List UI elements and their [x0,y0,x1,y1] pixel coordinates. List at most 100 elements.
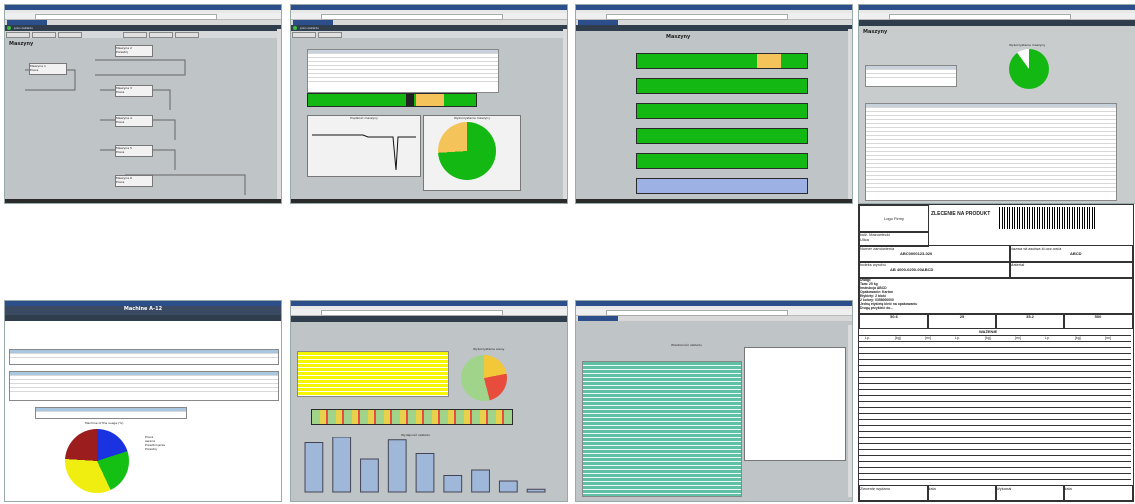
machine-state: Przestój [116,50,128,54]
toolbar-button[interactable] [149,32,173,38]
history-table [865,103,1117,201]
page-title: Maszyny [666,34,691,40]
bar [526,488,546,493]
screenshot-messages: Wiadomości zakładu [575,300,853,502]
legend-item: Przestój [145,447,157,451]
toolbar-button[interactable] [123,32,147,38]
address-bar[interactable] [859,13,1135,20]
timeline-bar [307,93,477,107]
name-value: ABCD [1070,251,1082,256]
footer-done: Wykonał [995,485,1065,501]
footer-issued: Zlecenie wydano [859,485,929,501]
page-title: Maszyny [863,29,888,35]
status-bar [576,199,852,203]
machine-state: Praca [116,90,125,94]
scrollbar[interactable] [848,29,852,199]
value-4: 500 [1063,313,1133,329]
toolbar-button[interactable] [6,32,30,38]
address-bar[interactable] [576,13,852,20]
speed-line [312,134,416,171]
screenshot-plant-layout: plan zakładu Maszyny Maszyna 1 Praca Maszy… [4,4,282,204]
toolbar-button[interactable] [175,32,199,38]
bar [387,439,407,493]
toolbar-button[interactable] [292,32,316,38]
column-label: [m²] [1015,336,1022,340]
machine-timeline-bar [636,153,808,169]
machine-state: Praca [116,150,125,154]
bar [471,469,490,493]
column-label: [kg] [895,336,901,340]
browser-tabs[interactable] [576,316,852,321]
machine-state: Praca [30,68,39,72]
field-label: Indeks wyrobu [860,262,886,267]
footer-date: data [927,485,997,501]
column-label: [kg] [985,336,991,340]
address-bar[interactable] [576,309,852,316]
app-header [5,315,281,321]
output-bar-chart [304,437,546,493]
bar [443,475,463,493]
orders-table [9,349,279,365]
toolbar-button[interactable] [32,32,56,38]
screenshot-machine-a12: Machine A-12 Machine of the usage (%) Pr… [4,300,282,502]
machine-timeline-bar [636,128,808,144]
address-bar[interactable] [5,13,281,20]
toolbar-button[interactable] [58,32,82,38]
scrollbar[interactable] [563,29,567,199]
machine-timeline-bar [636,103,808,119]
shifts-table [35,407,187,419]
machine-state: Praca [116,180,125,184]
column-label: [kg] [1075,336,1081,340]
machine-state: Praca [116,120,125,124]
order-heading: ZLECENIE NA PRODUKT [931,211,991,217]
product-index: AB 4000-0200-00ABCD [890,267,934,272]
screenshot-production: Wykorzystanie areny Wydajność zakładu [290,300,568,502]
summary-table [865,65,957,87]
bar [415,453,435,493]
column-label: Lp. [955,336,960,340]
field-label: Materiał [1010,262,1025,267]
speed-trend-panel: Prędkość maszyny [307,115,421,177]
weighing-table [859,335,1131,484]
app-header: plan zakładu [291,25,567,31]
status-bar [291,199,567,203]
weighing-title: WAŻENIE [979,329,998,334]
toolbar-button[interactable] [318,32,342,38]
machine-timeline-bar [636,178,808,194]
screenshot-machine-timelines: Maszyny [575,4,853,204]
address-bar[interactable] [291,309,567,316]
status-bar [5,199,281,203]
machine-box[interactable]: Maszyna 6 Praca [115,175,153,187]
field-label: Nazwa wł.asciwa kl.ucz.ow/a [1010,246,1062,251]
machine-box[interactable]: Maszyna 2 Przestój [115,45,153,57]
machine-box[interactable]: Maszyna 5 Praca [115,145,153,157]
machine-timeline-bar [636,78,808,94]
timeline-bar [311,409,513,425]
scrollbar[interactable] [848,325,852,497]
value-1: 50.6 [859,313,929,329]
value-3: 35.2 [995,313,1065,329]
field-label: Numer zamówienia [860,246,895,251]
machine-box[interactable]: Maszyna 3 Praca [115,85,153,97]
orders-table [297,351,449,397]
machine-box[interactable]: Maszyna 4 Praca [115,115,153,127]
app-header: plan zakładu [5,25,281,31]
machine-status-table [9,371,279,401]
address-bar[interactable] [291,13,567,20]
app-header [576,25,852,31]
toolbar [291,31,567,38]
usage-pie [461,355,507,401]
message-detail [744,347,846,461]
pie-title: Machine of the usage (%) [85,421,124,425]
column-label: [m²] [1105,336,1112,340]
column-label: Lp. [1045,336,1050,340]
bar [332,437,352,493]
usage-pie-panel: Wykorzystanie maszyny [423,115,521,191]
page-title: Wiadomości zakładu [671,343,702,347]
events-table [307,49,499,93]
messages-table [582,361,742,497]
barcode [999,207,1095,229]
logo-box: Logo Firmy [859,205,929,233]
machine-box[interactable]: Maszyna 1 Praca [29,63,67,75]
scrollbar[interactable] [277,29,281,199]
